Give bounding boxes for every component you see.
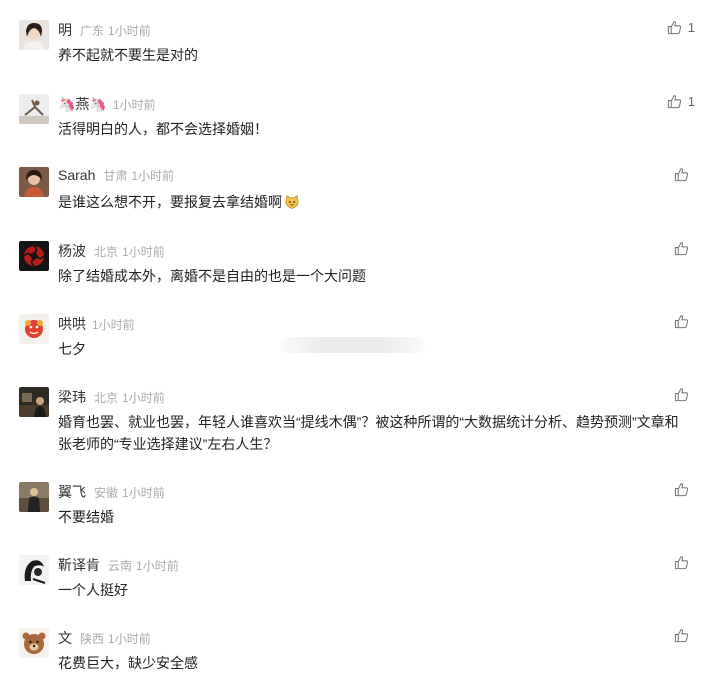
like-button[interactable] bbox=[674, 167, 695, 182]
thumbs-up-icon bbox=[667, 21, 681, 35]
like-count: 1 bbox=[687, 20, 695, 35]
comment-text: 养不起就不要生是对的 bbox=[58, 47, 198, 63]
comment-text: 除了结婚成本外，离婚不是自由的也是一个大问题 bbox=[58, 268, 366, 284]
comment-text-content: 是谁这么想不开，要报复去拿结婚啊 bbox=[58, 194, 282, 210]
thumbs-up-icon bbox=[674, 388, 689, 402]
avatar[interactable] bbox=[19, 20, 49, 50]
thumbs-up-icon bbox=[674, 556, 689, 570]
comment-text: 活得明白的人，都不会选择婚姻！ bbox=[58, 121, 268, 137]
thumbs-up-icon bbox=[674, 483, 689, 497]
like-button[interactable] bbox=[674, 555, 695, 570]
avatar[interactable] bbox=[19, 387, 49, 417]
comment-meta: 🦄燕🦄 1小时前 bbox=[58, 94, 156, 112]
like-button[interactable] bbox=[674, 628, 695, 643]
comment-text: 不要结婚 bbox=[58, 509, 114, 525]
user-name[interactable]: Sarah bbox=[58, 167, 95, 183]
comment-text: 花费巨大，缺少安全感 bbox=[58, 655, 198, 671]
avatar[interactable] bbox=[19, 314, 49, 344]
user-name[interactable]: 哄哄 bbox=[58, 314, 86, 334]
comment-time: 1小时前 bbox=[131, 169, 175, 183]
avatar[interactable] bbox=[19, 94, 49, 124]
comment-time: 1小时前 bbox=[122, 391, 165, 405]
avatar[interactable] bbox=[19, 241, 49, 271]
user-name[interactable]: 明 bbox=[58, 20, 72, 40]
comment-meta: 明 广东 1小时前 bbox=[58, 20, 151, 38]
user-name[interactable]: 文 bbox=[58, 628, 72, 648]
avatar[interactable] bbox=[19, 555, 49, 585]
comment-meta: 梁玮 北京 1小时前 bbox=[58, 387, 165, 405]
thumbs-up-icon bbox=[674, 242, 689, 256]
avatar[interactable] bbox=[19, 628, 49, 658]
like-button[interactable]: 1 bbox=[667, 20, 695, 35]
user-location: 北京 bbox=[94, 245, 119, 259]
comment-meta: 杨波 北京 1小时前 bbox=[58, 241, 165, 259]
user-location: 广东 bbox=[80, 24, 105, 38]
blurred-placeholder bbox=[280, 337, 425, 353]
comment-time: 1小时前 bbox=[122, 486, 165, 500]
avatar[interactable] bbox=[19, 482, 49, 512]
user-location: 甘肃 bbox=[103, 169, 128, 183]
thumbs-up-icon bbox=[667, 95, 681, 109]
user-location: 陕西 bbox=[80, 632, 105, 646]
thumbs-up-icon bbox=[674, 168, 689, 182]
like-button[interactable] bbox=[674, 482, 695, 497]
like-button[interactable]: 1 bbox=[667, 94, 695, 109]
like-button[interactable] bbox=[674, 241, 695, 256]
avatar[interactable] bbox=[19, 167, 49, 197]
thumbs-up-icon bbox=[674, 629, 689, 643]
comment-time: 1小时前 bbox=[108, 632, 151, 646]
comment-meta: 文 陕西 1小时前 bbox=[58, 628, 151, 646]
comment-text: 婚育也罢、就业也罢，年轻人谁喜欢当“提线木偶”？被这种所谓的“大数据统计分析、趋… bbox=[58, 414, 679, 452]
like-count: 1 bbox=[687, 94, 695, 109]
comment-meta: 翼飞 安徽 1小时前 bbox=[58, 482, 165, 500]
user-name[interactable]: 翼飞 bbox=[58, 482, 86, 502]
user-location: 安徽 bbox=[94, 486, 119, 500]
user-name[interactable]: 梁玮 bbox=[58, 387, 86, 407]
comment-time: 1小时前 bbox=[122, 245, 165, 259]
comment-time: 1小时前 bbox=[112, 98, 156, 112]
comment-time: 1小时前 bbox=[136, 559, 179, 573]
user-location: 云南 bbox=[108, 559, 133, 573]
like-button[interactable] bbox=[674, 314, 695, 329]
comment-time: 1小时前 bbox=[108, 24, 151, 38]
comment-meta: Sarah 甘肃 1小时前 bbox=[58, 167, 174, 185]
comment-list: 明 广东 1小时前 养不起就不要生是对的 1 🦄燕🦄 1小时前 活得明白的人，都… bbox=[0, 0, 709, 688]
comment-text: 是谁这么想不开，要报复去拿结婚啊 bbox=[58, 191, 689, 213]
comment-time: 1小时前 bbox=[92, 318, 135, 332]
user-name[interactable]: 🦄燕🦄 bbox=[58, 94, 107, 114]
comment-meta: 靳译肯 云南 1小时前 bbox=[58, 555, 179, 573]
comment-meta: 哄哄 1小时前 bbox=[58, 314, 135, 332]
cat-face-emoji-icon bbox=[285, 194, 299, 209]
user-name[interactable]: 靳译肯 bbox=[58, 555, 100, 575]
comment-text: 一个人挺好 bbox=[58, 582, 128, 598]
user-name[interactable]: 杨波 bbox=[58, 241, 86, 261]
like-button[interactable] bbox=[674, 387, 695, 402]
thumbs-up-icon bbox=[674, 315, 689, 329]
user-location: 北京 bbox=[94, 391, 119, 405]
